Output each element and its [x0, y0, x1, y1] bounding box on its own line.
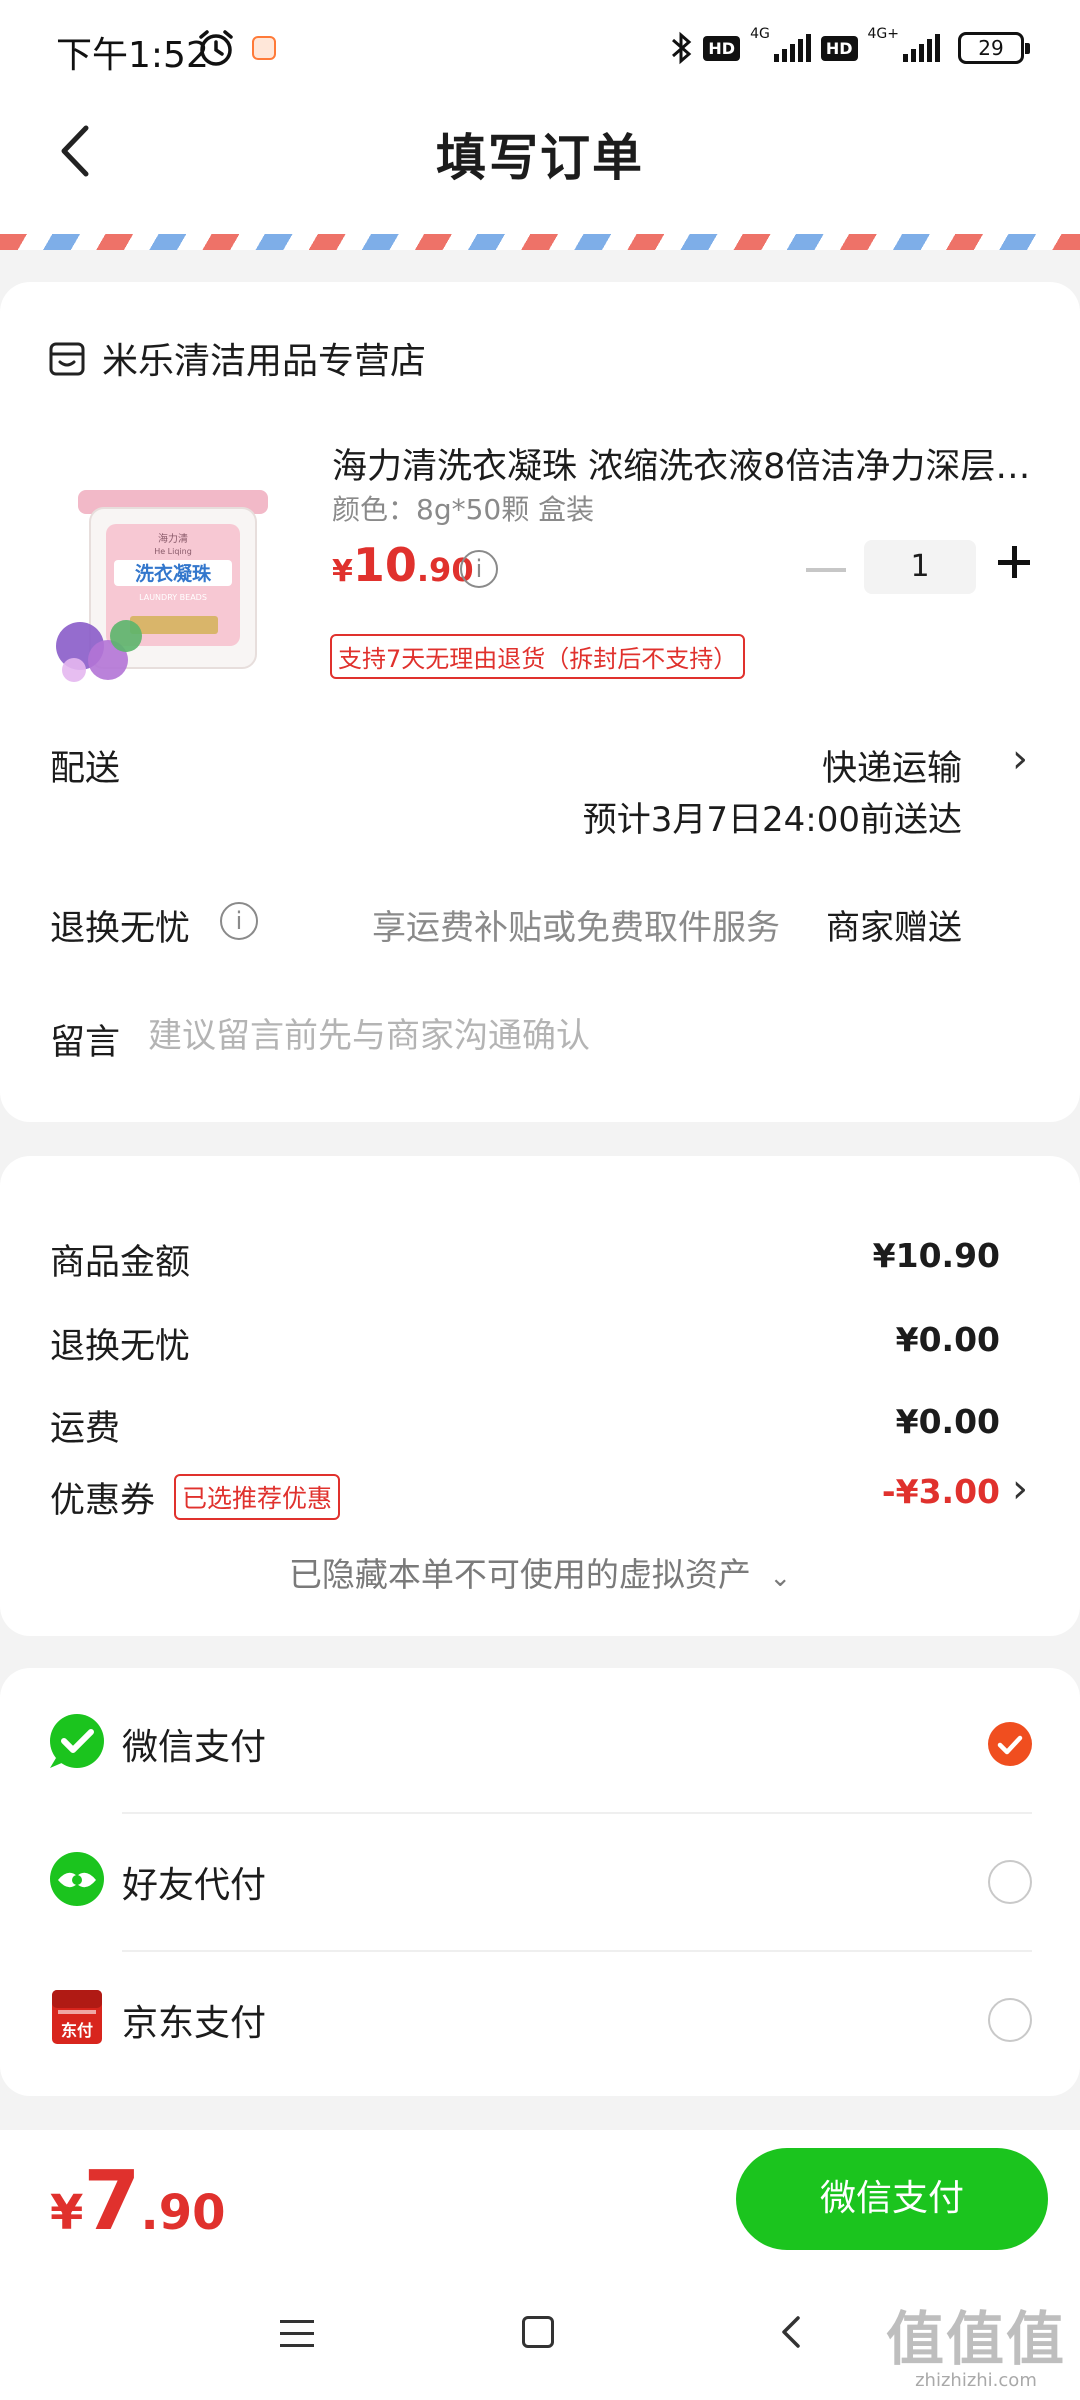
hidden-assets-text: 已隐藏本单不可使用的虚拟资产	[288, 1555, 751, 1594]
image-brand-en: He Liqing	[154, 547, 192, 556]
app-notification-icon	[252, 36, 276, 60]
image-brand: 海力清	[158, 532, 188, 545]
info-icon[interactable]: i	[220, 902, 258, 940]
return-policy-tag: 支持7天无理由退货（拆封后不支持）	[330, 634, 746, 679]
worry-free-value: 商家赠送	[826, 908, 962, 948]
status-right-group: HD 4G HD 4G+ 29	[669, 26, 1030, 70]
chevron-right-icon[interactable]: ›	[1012, 1466, 1028, 1512]
menu-icon[interactable]	[280, 2320, 314, 2348]
delivery-label: 配送	[50, 749, 121, 789]
back-icon[interactable]	[772, 2310, 812, 2354]
watermark-text: 值值值	[885, 2305, 1066, 2373]
payment-methods-card: 微信支付 好友代付 东付 京东支付	[0, 1668, 1080, 2096]
payment-label: 微信支付	[122, 1727, 267, 1768]
store-name[interactable]: 米乐清洁用品专营店	[102, 332, 426, 384]
price-row-value: ¥10.90	[872, 1236, 1000, 1275]
worry-free-label: 退换无忧	[50, 909, 191, 949]
hidden-assets-toggle[interactable]: 已隐藏本单不可使用的虚拟资产 ⌄	[0, 1548, 1080, 1596]
chevron-down-icon: ⌄	[769, 1563, 792, 1593]
payment-label: 京东支付	[122, 2003, 267, 2044]
order-item-card: 米乐清洁用品专营店 海力清 He Liqing 洗衣凝珠 LAUNDRY BEA…	[0, 282, 1080, 1122]
wechat-pay-icon	[50, 1714, 104, 1768]
total-price: ¥7.90	[50, 2154, 226, 2249]
friend-pay-icon	[50, 1852, 104, 1906]
check-icon	[997, 1735, 1023, 1755]
quantity-increase-button[interactable]	[994, 542, 1034, 582]
jd-icon-text: 东付	[61, 2021, 93, 2040]
coupon-value[interactable]: -¥3.00	[882, 1472, 1000, 1511]
delivery-method[interactable]: 快递运输	[822, 740, 962, 791]
image-name-en: LAUNDRY BEADS	[139, 593, 207, 602]
network-type: 4G	[750, 26, 770, 42]
network-type: 4G+	[867, 26, 900, 42]
price-row-value: ¥0.00	[895, 1320, 1000, 1359]
chevron-right-icon[interactable]: ›	[1012, 736, 1028, 782]
delivery-eta: 预计3月7日24:00前送达	[582, 800, 962, 840]
message-input[interactable]	[148, 1008, 1028, 1064]
payment-option-friend[interactable]: 好友代付	[0, 1810, 1080, 1948]
airmail-border	[0, 234, 1080, 250]
coupon-tag: 已选推荐优惠	[174, 1474, 341, 1520]
jd-pay-icon: 东付	[52, 1990, 102, 2044]
signal-icon	[903, 34, 940, 62]
hd-badge: HD	[820, 35, 858, 61]
radio-unselected[interactable]	[988, 1998, 1032, 2042]
image-name: 洗衣凝珠	[135, 562, 212, 585]
payment-option-jd[interactable]: 东付 京东支付	[0, 1948, 1080, 2086]
message-label: 留言	[50, 1023, 121, 1063]
watermark: 值值值 zhizhizhi.com	[886, 2292, 1066, 2391]
quantity-value[interactable]: 1	[864, 540, 976, 594]
alarm-icon	[199, 30, 233, 66]
bluetooth-icon	[672, 31, 692, 65]
radio-selected[interactable]	[988, 1722, 1032, 1766]
status-bar: 下午1:52 HD 4G HD 4G+ 29	[0, 0, 1080, 96]
signal-icon	[773, 34, 811, 62]
store-icon	[49, 342, 85, 376]
price-row-label: 运费	[50, 1409, 121, 1449]
pay-button[interactable]: 微信支付	[736, 2148, 1048, 2250]
hd-badge: HD	[703, 35, 741, 61]
price-row-label: 商品金额	[50, 1243, 191, 1283]
price-row-label: 退换无忧	[50, 1327, 191, 1367]
system-nav-bar: 值值值 zhizhizhi.com	[0, 2262, 1080, 2400]
product-title[interactable]: 海力清洗衣凝珠 浓缩洗衣液8倍洁净力深层洁净	[332, 438, 1032, 489]
payment-option-wechat[interactable]: 微信支付	[0, 1672, 1080, 1810]
payment-label: 好友代付	[122, 1865, 267, 1906]
radio-unselected[interactable]	[988, 1860, 1032, 1904]
worry-free-desc: 享运费补贴或免费取件服务	[372, 908, 780, 948]
page-header: 填写订单	[0, 96, 1080, 246]
price-row-value: ¥0.00	[895, 1402, 1000, 1441]
quantity-decrease-button[interactable]	[806, 568, 846, 572]
battery-icon: 29	[958, 32, 1030, 64]
price-summary-card: 商品金额 ¥10.90 退换无忧 ¥0.00 运费 ¥0.00 优惠券 已选推荐…	[0, 1156, 1080, 1636]
product-spec[interactable]: 颜色：8g*50颗 盒装	[332, 488, 594, 528]
product-price: ¥10.90	[332, 538, 474, 592]
coupon-label[interactable]: 优惠券	[50, 1472, 155, 1523]
home-icon[interactable]	[522, 2316, 554, 2348]
product-image[interactable]: 海力清 He Liqing 洗衣凝珠 LAUNDRY BEADS	[46, 464, 296, 694]
status-time: 下午1:52	[56, 35, 209, 76]
price-info-icon[interactable]: i	[460, 550, 498, 588]
page-title: 填写订单	[436, 129, 644, 187]
